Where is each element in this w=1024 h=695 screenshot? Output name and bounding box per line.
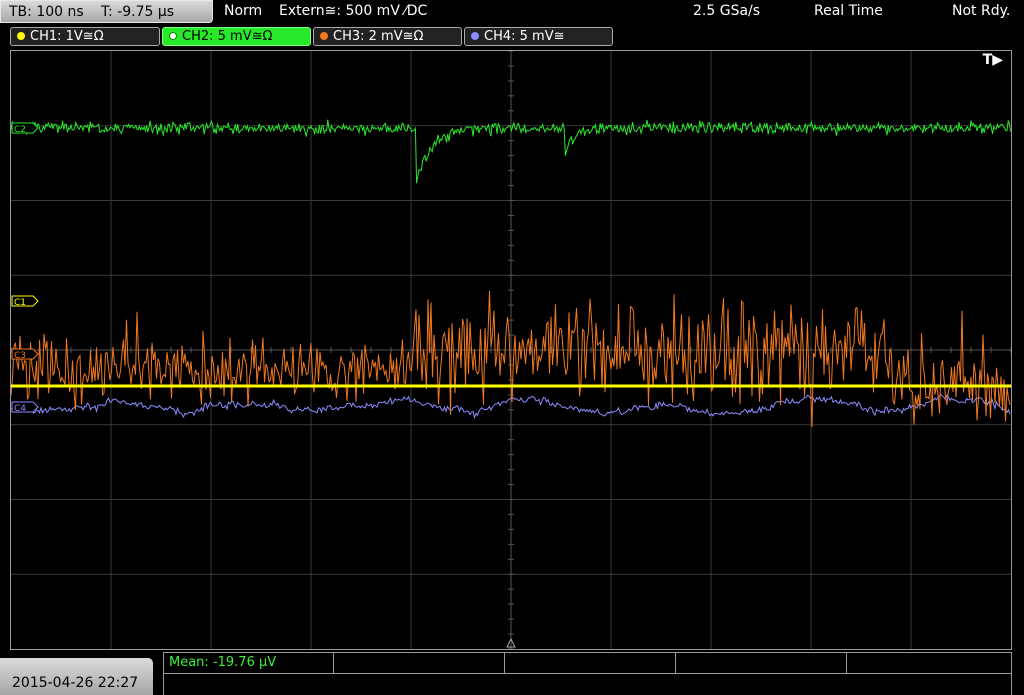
channel-markers: C1 C2 C3 C4 [11,122,39,414]
tab-ch4[interactable]: CH4: 5 mV≅ [464,27,613,46]
ch1-color-icon [17,32,25,40]
ch2-label: CH2: 5 mV≅Ω [182,29,273,44]
measurement-divider [164,673,1011,674]
ch4-color-icon [471,32,479,40]
waveform-canvas: C1 C2 C3 C4 [11,51,1011,649]
channel-tabs: CH1: 1V≅Ω CH2: 5 mV≅Ω CH3: 2 mV≅Ω CH4: 5… [0,25,1024,49]
status-bar: TB: 100 ns T: -9.75 µs Norm Extern≅: 500… [0,0,1024,24]
channel-marker-c2: C2 [11,122,39,135]
svg-text:C4: C4 [14,404,26,414]
channel-marker-c3: C3 [11,348,39,361]
measurement-table[interactable]: Mean: -19.76 µV [163,652,1012,695]
measurement-cell: Mean: -19.76 µV [164,653,334,673]
trigger-position-flag[interactable]: T▶ [983,52,1003,68]
svg-text:C1: C1 [14,298,26,308]
timebase-value: TB: 100 ns [9,4,84,20]
sample-rate: 2.5 GSa/s [693,3,761,19]
acquisition-mode: Real Time [814,3,883,19]
graticule [11,51,1011,649]
waveform-display[interactable]: C1 C2 C3 C4 T▶ [10,50,1012,650]
trigger-mode[interactable]: Norm [224,3,262,19]
tab-ch2[interactable]: CH2: 5 mV≅Ω [162,27,311,46]
measurement-cell [676,653,847,673]
trigger-status: Not Rdy. [952,3,1011,19]
channel-marker-c4: C4 [11,401,39,414]
svg-text:C3: C3 [14,351,26,361]
ch3-label: CH3: 2 mV≅Ω [333,29,424,44]
channel-marker-c1: C1 [11,295,39,308]
ch3-color-icon [320,32,328,40]
measurement-cell [334,653,505,673]
tab-ch1[interactable]: CH1: 1V≅Ω [10,27,160,46]
trigger-source[interactable]: Extern≅: 500 mV ⁄DC [279,3,427,19]
tab-ch3[interactable]: CH3: 2 mV≅Ω [313,27,462,46]
ch1-label: CH1: 1V≅Ω [30,29,104,44]
svg-text:C2: C2 [14,125,26,135]
trigger-time-value: T: -9.75 µs [101,4,175,20]
timebase-button[interactable]: TB: 100 ns T: -9.75 µs [0,0,213,23]
datetime: 2015-04-26 22:27 [12,675,139,691]
measurement-cell [505,653,676,673]
mean-measurement: Mean: -19.76 µV [169,655,277,670]
ch4-label: CH4: 5 mV≅ [484,29,565,44]
ch2-color-icon [169,32,177,40]
datetime-box: 2015-04-26 22:27 [0,658,153,695]
